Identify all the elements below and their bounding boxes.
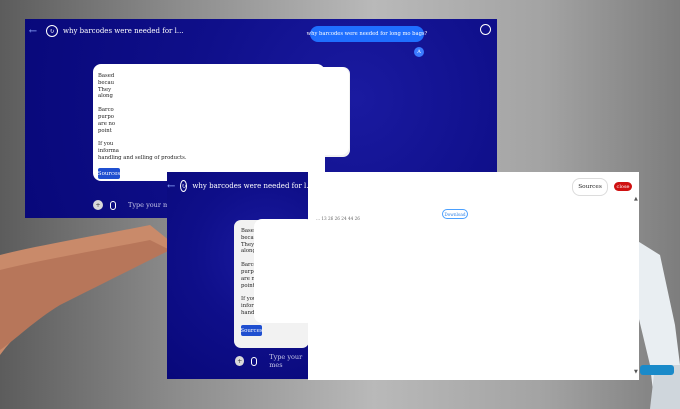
refresh-icon[interactable]: ↻ (180, 180, 188, 192)
document-timestamp: ... 13 26 26 24 44 26 (316, 216, 360, 221)
sources-button[interactable]: Sources (240, 325, 263, 336)
chat-header: ← ↻ why barcodes were needed for l... (167, 174, 309, 198)
answer-line: handling and selling of products. (98, 154, 187, 161)
answer-line: are no (98, 120, 116, 127)
scrollbar-up-arrow[interactable]: ▲ (634, 196, 638, 202)
user-avatar: A (414, 47, 424, 57)
answer-line: They (241, 241, 255, 248)
answer-line: infor (241, 303, 254, 310)
back-arrow-icon[interactable]: ← (25, 26, 41, 37)
chat-title: why barcodes were needed for l... (63, 27, 184, 35)
answer-line: becau (98, 79, 115, 86)
answer-line: Base (241, 228, 254, 234)
answer-line: They (98, 86, 112, 93)
chat-window-secondary: ← ↻ why barcodes were needed for l... Ba… (167, 172, 309, 379)
plus-icon[interactable]: + (93, 200, 103, 210)
message-input-bar: + Type your mes (235, 353, 309, 369)
message-input[interactable]: Type your mes (269, 353, 309, 369)
answer-line: If you (98, 141, 114, 148)
answer-line: Based (98, 73, 115, 79)
chat-title: why barcodes were needed for l... (192, 182, 309, 190)
refresh-icon[interactable]: ↻ (46, 25, 58, 37)
answer-line: informa (98, 148, 119, 155)
microphone-icon[interactable] (251, 356, 258, 366)
sources-button[interactable]: Sources (572, 178, 608, 196)
answer-line: purpo (98, 113, 114, 120)
user-circle-icon[interactable] (480, 24, 491, 35)
human-arm-photo (0, 225, 175, 355)
close-button[interactable]: close (614, 182, 632, 191)
download-button[interactable]: Download (442, 209, 468, 219)
plus-icon[interactable]: + (235, 356, 245, 366)
source-viewer-panel: Sources close ▲ ▼ Download ... 13 26 26 … (308, 172, 639, 380)
microphone-icon[interactable] (110, 200, 116, 210)
back-arrow-icon[interactable]: ← (167, 181, 175, 192)
answer-card-overlay (254, 219, 309, 323)
sources-button[interactable]: Sources (98, 168, 120, 179)
answer-line: point (241, 282, 255, 289)
answer-line: Barco (98, 107, 114, 114)
user-message-bubble: why barcodes were needed for long mo bag… (307, 26, 427, 42)
answer-line: along (98, 93, 113, 100)
scrollbar-down-arrow[interactable]: ▼ (634, 369, 638, 375)
answer-card-overlay (275, 67, 349, 155)
answer-line: point (98, 127, 112, 134)
